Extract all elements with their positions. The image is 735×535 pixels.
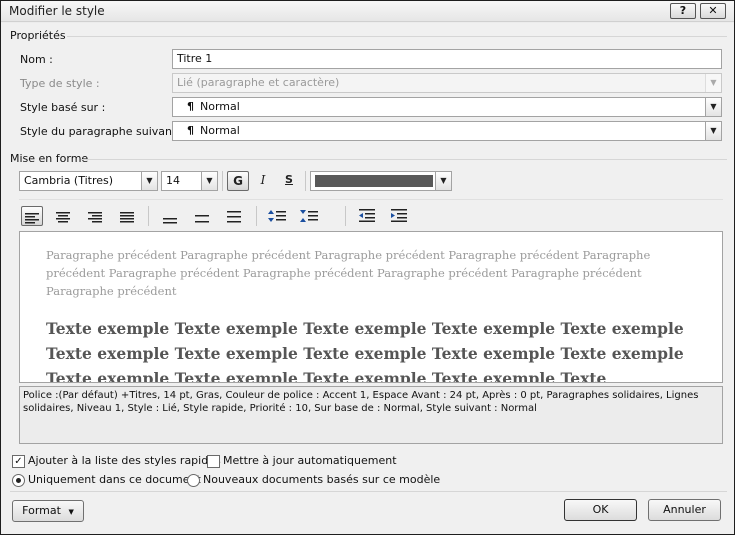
ok-button[interactable]: OK: [564, 499, 637, 521]
add-quick-styles-label[interactable]: Ajouter à la liste des styles rapides: [28, 454, 221, 467]
radio-dot: [16, 478, 21, 483]
single-spacing-button[interactable]: [159, 206, 181, 226]
name-label: Nom :: [20, 53, 53, 66]
double-spacing-button[interactable]: [223, 206, 245, 226]
style-type-label: Type de style :: [20, 77, 100, 90]
only-this-document-radio[interactable]: [12, 474, 25, 487]
pilcrow-icon: ¶: [187, 100, 194, 113]
divider: [148, 206, 149, 226]
decrease-indent-button[interactable]: [355, 206, 379, 226]
align-right-icon: [88, 212, 102, 223]
font-value: Cambria (Titres): [24, 174, 114, 187]
divider: [345, 206, 346, 226]
space-after-button[interactable]: [297, 206, 321, 226]
justify-button[interactable]: [116, 206, 138, 226]
increase-indent-button[interactable]: [387, 206, 411, 226]
style-description: Police :(Par défaut) +Titres, 14 pt, Gra…: [19, 386, 723, 444]
chevron-down-icon[interactable]: ▼: [141, 172, 157, 190]
space-before-button[interactable]: [265, 206, 289, 226]
format-button-label: Format: [22, 504, 61, 517]
auto-update-checkbox[interactable]: [207, 455, 220, 468]
dialog-content: Propriétés Nom : Titre 1 Type de style :…: [1, 23, 734, 534]
next-style-select[interactable]: ¶ Normal ▼: [172, 121, 722, 141]
dropdown-arrow-icon: ▼: [68, 508, 74, 516]
divider: [305, 171, 306, 191]
font-size-value: 14: [166, 174, 180, 187]
chevron-down-icon[interactable]: ▼: [705, 98, 721, 116]
new-documents-radio[interactable]: [187, 474, 200, 487]
style-type-select: Lié (paragraphe et caractère) ▼: [172, 73, 722, 93]
increase-indent-icon: [391, 209, 407, 222]
one-half-spacing-button[interactable]: [191, 206, 213, 226]
chevron-down-icon[interactable]: ▼: [201, 172, 217, 190]
based-on-value: Normal: [200, 100, 240, 113]
pilcrow-icon: ¶: [187, 124, 194, 137]
align-left-button[interactable]: [21, 206, 43, 226]
style-preview: Paragraphe précédent Paragraphe précéden…: [19, 231, 723, 383]
new-documents-label[interactable]: Nouveaux documents basés sur ce modèle: [203, 473, 440, 486]
based-on-label: Style basé sur :: [20, 101, 106, 114]
underline-button[interactable]: S: [279, 171, 299, 191]
auto-update-label[interactable]: Mettre à jour automatiquement: [223, 454, 397, 467]
sample-text: Texte exemple Texte exemple Texte exempl…: [46, 319, 684, 383]
font-color-swatch: [315, 175, 433, 187]
properties-section-label: Propriétés: [10, 29, 66, 42]
add-quick-styles-checkbox[interactable]: ✓: [12, 455, 25, 468]
space-after-icon: [300, 210, 318, 222]
format-button[interactable]: Format ▼: [12, 500, 84, 522]
title-bar: Modifier le style ? ✕: [1, 1, 734, 22]
divider: [67, 36, 727, 37]
previous-paragraph-text: Paragraphe précédent Paragraphe précéden…: [46, 248, 651, 298]
dialog-title: Modifier le style: [9, 4, 105, 18]
chevron-down-icon[interactable]: ▼: [705, 122, 721, 140]
chevron-down-icon[interactable]: ▼: [435, 172, 451, 190]
font-color-select[interactable]: ▼: [310, 171, 452, 191]
single-spacing-icon: [163, 218, 177, 224]
chevron-down-icon: ▼: [705, 74, 721, 92]
formatting-section-label: Mise en forme: [10, 152, 89, 165]
name-field[interactable]: Titre 1: [172, 49, 722, 69]
italic-button[interactable]: I: [253, 171, 273, 191]
style-type-value: Lié (paragraphe et caractère): [177, 76, 340, 89]
divider: [81, 159, 727, 160]
modify-style-dialog: Modifier le style ? ✕ Propriétés Nom : T…: [0, 0, 735, 535]
font-select[interactable]: Cambria (Titres) ▼: [19, 171, 158, 191]
space-before-icon: [268, 210, 286, 222]
divider: [256, 206, 257, 226]
align-center-icon: [56, 212, 70, 223]
next-style-label: Style du paragraphe suivant :: [20, 125, 184, 138]
align-left-icon: [25, 213, 39, 224]
decrease-indent-icon: [359, 209, 375, 222]
divider: [19, 199, 723, 200]
divider: [10, 491, 727, 492]
help-button[interactable]: ?: [670, 3, 696, 19]
double-spacing-icon: [227, 211, 241, 223]
cancel-button[interactable]: Annuler: [648, 499, 721, 521]
close-button[interactable]: ✕: [700, 3, 726, 19]
one-half-spacing-icon: [195, 215, 209, 223]
justify-icon: [120, 212, 134, 223]
next-style-value: Normal: [200, 124, 240, 137]
bold-button[interactable]: G: [227, 171, 249, 191]
align-right-button[interactable]: [84, 206, 106, 226]
divider: [222, 171, 223, 191]
font-size-select[interactable]: 14 ▼: [161, 171, 218, 191]
only-this-document-label[interactable]: Uniquement dans ce document: [28, 473, 201, 486]
align-center-button[interactable]: [52, 206, 74, 226]
based-on-select[interactable]: ¶ Normal ▼: [172, 97, 722, 117]
